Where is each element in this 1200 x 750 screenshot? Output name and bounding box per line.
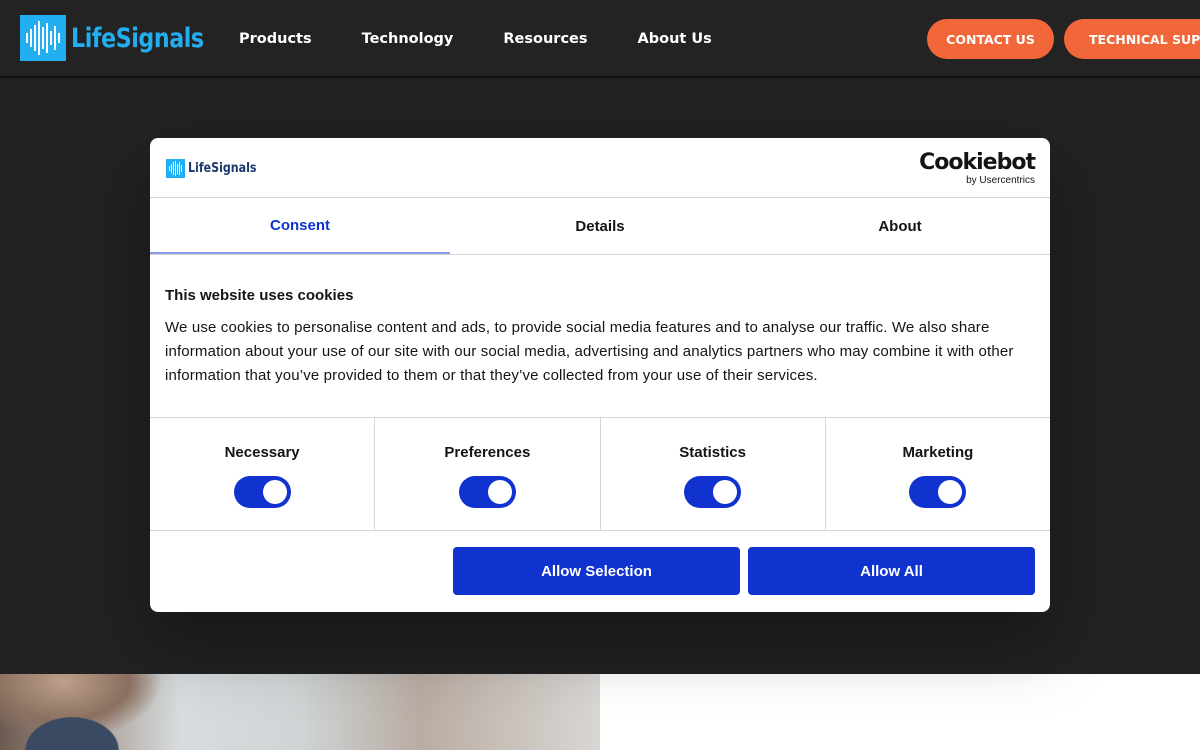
site-logo[interactable]: LifeSignals [20,15,233,61]
nav-technology[interactable]: Technology [362,31,454,47]
logo-text: LifeSignals [71,22,204,54]
cookiebot-subtitle: by Usercentrics [966,175,1035,186]
toggle-preferences-group: Preferences [375,418,601,530]
dialog-logo: LifeSignals [166,159,269,178]
person-photo [0,674,180,750]
nav-products[interactable]: Products [239,31,312,47]
toggle-statistics[interactable] [684,476,742,508]
toggle-knob [713,480,738,504]
allow-all-button[interactable]: Allow All [748,547,1035,595]
consent-text: We use cookies to personalise content an… [165,319,1014,384]
toggle-statistics-group: Statistics [601,418,826,530]
toggle-necessary-label: Necessary [224,444,300,461]
toggle-statistics-label: Statistics [679,444,746,461]
site-header: LifeSignals Products Technology Resource… [0,0,1200,78]
toggle-necessary-group: Necessary [150,418,376,530]
dialog-actions: Allow Selection Allow All [150,531,1050,611]
waveform-icon [20,15,66,61]
toggle-knob [938,480,963,504]
toggle-preferences[interactable] [458,476,516,508]
consent-toggles: Necessary Preferences Statistics Marketi… [150,418,1050,531]
allow-selection-button[interactable]: Allow Selection [453,547,740,595]
toggle-necessary[interactable] [233,476,291,508]
toggle-marketing-group: Marketing [826,418,1050,530]
nav-about-us[interactable]: About Us [638,31,712,47]
toggle-marketing-label: Marketing [902,444,974,461]
dialog-header: LifeSignals Cookiebot by Usercentrics [150,138,1050,198]
cookiebot-title: Cookiebot [919,150,1036,175]
toggle-knob [487,480,512,504]
technical-support-button[interactable]: TECHNICAL SUPPORT [1064,19,1200,59]
contact-us-button[interactable]: CONTACT US [927,19,1054,59]
tab-consent[interactable]: Consent [150,198,450,254]
waveform-icon [166,159,185,178]
tab-about[interactable]: About [750,198,1050,254]
hero-text-panel [600,674,1200,750]
hero-image [0,674,600,750]
dialog-logo-text: LifeSignals [188,161,257,176]
toggle-knob [262,480,287,504]
dialog-tabs: Consent Details About [150,198,1050,255]
nav-resources[interactable]: Resources [503,31,587,47]
cookie-consent-dialog: LifeSignals Cookiebot by Usercentrics Co… [150,138,1050,612]
main-nav: Products Technology Resources About Us [239,0,762,78]
toggle-preferences-label: Preferences [444,444,531,461]
tab-details[interactable]: Details [450,198,750,254]
consent-heading: This website uses cookies [165,287,354,304]
toggle-marketing[interactable] [909,476,967,508]
cookiebot-logo[interactable]: Cookiebot by Usercentrics [919,150,1036,187]
consent-body: This website uses cookies We use cookies… [150,255,1050,418]
